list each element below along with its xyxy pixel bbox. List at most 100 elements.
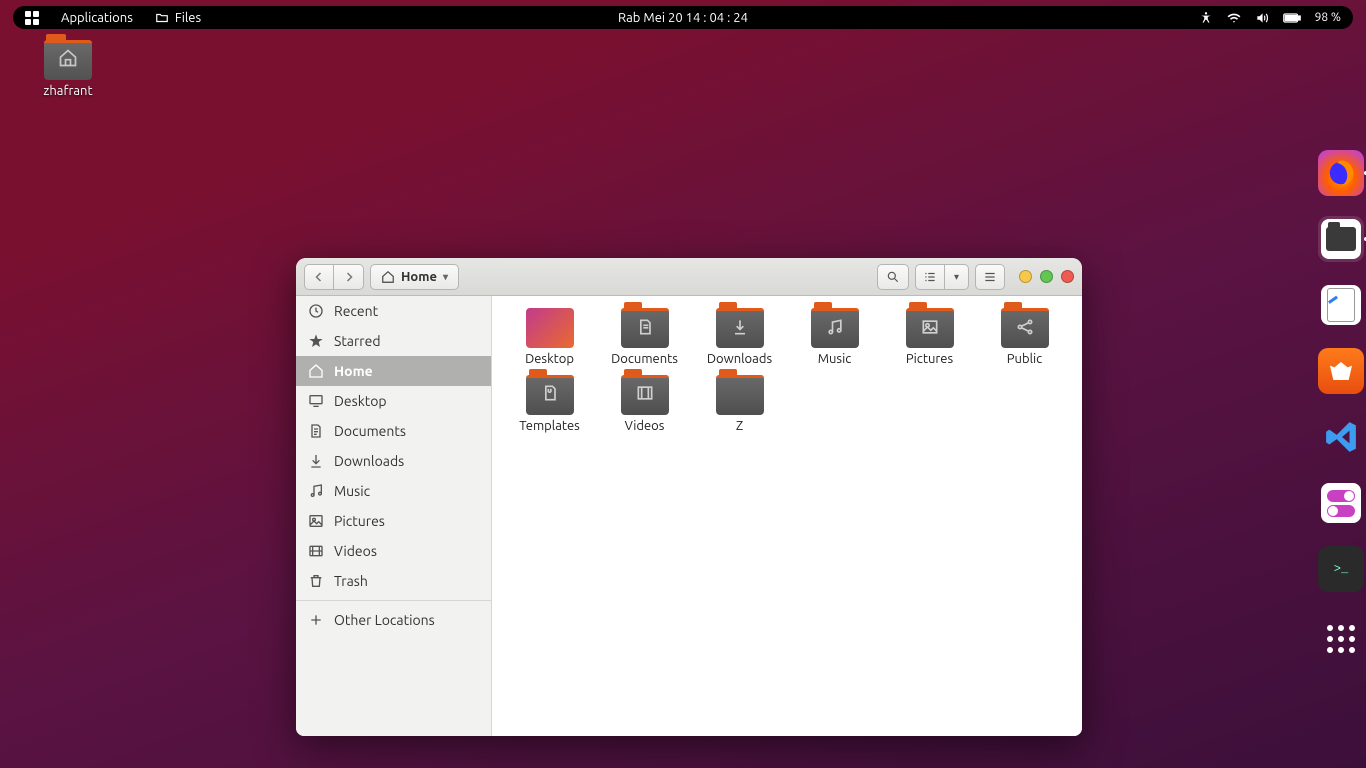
music-icon [825,317,845,340]
sidebar-item-other-locations[interactable]: Other Locations [296,605,491,635]
share-folder-icon [1001,308,1049,348]
folder-label: Downloads [707,352,772,367]
path-bar[interactable]: Home ▾ [370,264,459,290]
folder-item[interactable]: Music [789,306,880,367]
sidebar-item-label: Recent [334,303,378,319]
tweaks-icon [1327,490,1355,517]
minimize-button[interactable] [1019,270,1032,283]
sidebar-item-label: Music [334,483,370,499]
terminal-icon: >_ [1334,562,1348,576]
desktop-home-folder[interactable]: zhafrant [32,40,104,98]
share-icon [1015,317,1035,340]
folder-label: Desktop [525,352,574,367]
dock-firefox[interactable] [1318,150,1364,196]
accessibility-icon[interactable] [1199,11,1213,25]
battery-icon[interactable] [1283,11,1301,25]
sidebar-item-pictures[interactable]: Pictures [296,506,491,536]
folder-item[interactable]: Downloads [694,306,785,367]
home-icon [58,48,78,72]
volume-icon[interactable] [1255,11,1269,25]
folder-view[interactable]: Desktop Documents Downloads MusicPictures Pu… [492,296,1082,736]
sidebar-item-trash[interactable]: Trash [296,566,491,596]
maximize-button[interactable] [1040,270,1053,283]
close-button[interactable] [1061,270,1074,283]
folder-label: Public [1007,352,1042,367]
chevron-down-icon: ▾ [443,271,448,283]
desktop-home-folder-label: zhafrant [32,84,104,98]
template-icon [540,383,560,406]
path-label: Home [401,270,437,284]
sidebar-item-desktop[interactable]: Desktop [296,386,491,416]
folder-icon [44,40,92,80]
folder-item[interactable]: Pictures [884,306,975,367]
titlebar[interactable]: Home ▾ ▾ [296,258,1082,296]
folder-item[interactable]: Z [694,373,785,434]
sidebar-item-label: Other Locations [334,612,435,628]
video-icon [308,543,324,559]
view-options-button[interactable]: ▾ [945,264,969,290]
dock-show-applications[interactable] [1318,616,1364,662]
search-button[interactable] [877,264,909,290]
clock[interactable]: Rab Mei 20 14 : 04 : 24 [618,11,748,25]
files-window: Home ▾ ▾ Recent [296,258,1082,736]
folder-item[interactable]: Documents [599,306,690,367]
folder-item[interactable]: Public [979,306,1070,367]
folder-label: Videos [625,419,665,434]
folder-label: Templates [519,419,580,434]
template-folder-icon [526,375,574,415]
sidebar-item-music[interactable]: Music [296,476,491,506]
activities-button[interactable] [25,11,39,25]
video-icon [635,383,655,406]
forward-button[interactable] [334,264,364,290]
text-editor-icon [1327,288,1355,322]
list-view-button[interactable] [915,264,945,290]
video-folder-icon [621,375,669,415]
files-menu[interactable]: Files [155,11,201,25]
dock-files[interactable] [1318,216,1364,262]
window-controls [1019,270,1074,283]
home-icon [381,270,395,284]
dock-terminal[interactable]: >_ [1318,546,1364,592]
sidebar-item-starred[interactable]: Starred [296,326,491,356]
sidebar-item-label: Downloads [334,453,404,469]
dock-gnome-tweaks[interactable] [1318,480,1364,526]
chevron-down-icon: ▾ [954,271,959,283]
folder-label: Documents [611,352,678,367]
sidebar-item-documents[interactable]: Documents [296,416,491,446]
sidebar-item-recent[interactable]: Recent [296,296,491,326]
desktop-folder-icon [526,308,574,348]
sidebar-item-videos[interactable]: Videos [296,536,491,566]
trash-icon [308,573,324,589]
dock-vscode[interactable] [1318,414,1364,460]
wifi-icon[interactable] [1227,11,1241,25]
battery-percent: 98 % [1315,11,1341,24]
download-folder-icon [716,308,764,348]
desktop-icon [308,393,324,409]
document-icon [635,317,655,340]
plus-icon [308,612,324,628]
clock-icon [308,303,324,319]
folder-icon [155,11,169,25]
star-icon [308,333,324,349]
folder-item[interactable]: Templates [504,373,595,434]
dock-ubuntu-software[interactable] [1318,348,1364,394]
picture-folder-icon [906,308,954,348]
sidebar-item-label: Pictures [334,513,385,529]
sidebar-item-home[interactable]: Home [296,356,491,386]
back-button[interactable] [304,264,334,290]
dock: >_ [1318,150,1366,662]
folder-item[interactable]: Videos [599,373,690,434]
document-icon [308,423,324,439]
hamburger-menu[interactable] [975,264,1005,290]
folder-item[interactable]: Desktop [504,306,595,367]
nav-buttons [304,264,364,290]
applications-menu[interactable]: Applications [61,11,133,25]
chevron-left-icon [313,271,325,283]
sidebar-item-label: Documents [334,423,406,439]
files-menu-label: Files [175,11,201,25]
sidebar: Recent Starred Home Desktop Documents Do… [296,296,492,736]
home-icon [308,363,324,379]
dock-text-editor[interactable] [1318,282,1364,328]
sidebar-item-downloads[interactable]: Downloads [296,446,491,476]
sidebar-separator [296,600,491,601]
